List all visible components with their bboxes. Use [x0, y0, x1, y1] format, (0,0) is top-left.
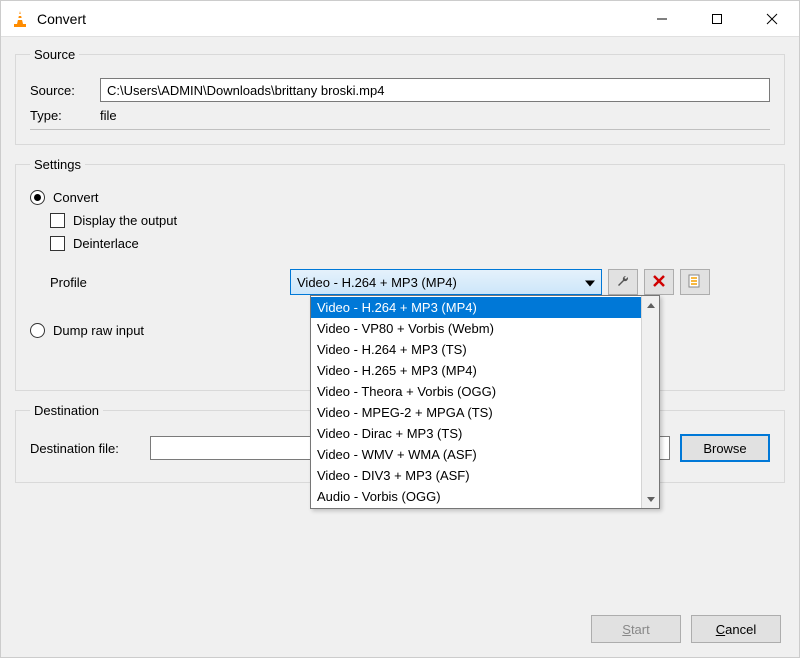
dump-raw-label: Dump raw input — [53, 323, 144, 338]
profile-option[interactable]: Video - Dirac + MP3 (TS) — [311, 423, 641, 444]
profile-option[interactable]: Video - H.264 + MP3 (TS) — [311, 339, 641, 360]
radio-icon — [30, 190, 45, 205]
convert-radio-label: Convert — [53, 190, 99, 205]
profile-combobox[interactable]: Video - H.264 + MP3 (MP4) — [290, 269, 602, 295]
window-title: Convert — [37, 11, 634, 27]
cancel-button[interactable]: Cancel — [691, 615, 781, 643]
source-group: Source Source: Type: file — [15, 47, 785, 145]
radio-icon — [30, 323, 45, 338]
start-button-label: Start — [622, 622, 649, 637]
start-button[interactable]: Start — [591, 615, 681, 643]
profile-option[interactable]: Video - WMV + WMA (ASF) — [311, 444, 641, 465]
profile-dropdown-list: Video - H.264 + MP3 (MP4)Video - VP80 + … — [310, 295, 660, 509]
profile-option[interactable]: Audio - Vorbis (OGG) — [311, 486, 641, 507]
titlebar: Convert — [1, 1, 799, 37]
cancel-button-label: Cancel — [716, 622, 756, 637]
delete-x-icon — [652, 274, 666, 291]
delete-profile-button[interactable] — [644, 269, 674, 295]
source-divider — [30, 129, 770, 130]
profile-option[interactable]: Video - H.265 + MP3 (MP4) — [311, 360, 641, 381]
chevron-down-icon — [585, 275, 595, 290]
maximize-button[interactable] — [689, 1, 744, 37]
destination-file-label: Destination file: — [30, 441, 150, 456]
source-label: Source: — [30, 83, 100, 98]
profile-option[interactable]: Video - VP80 + Vorbis (Webm) — [311, 318, 641, 339]
profile-option[interactable]: Video - H.264 + MP3 (MP4) — [311, 297, 641, 318]
profile-option[interactable]: Video - DIV3 + MP3 (ASF) — [311, 465, 641, 486]
convert-radio[interactable]: Convert — [30, 190, 770, 205]
convert-window: Convert Source Source: Type: file — [0, 0, 800, 658]
source-input[interactable] — [100, 78, 770, 102]
checkbox-icon — [50, 213, 65, 228]
checkbox-icon — [50, 236, 65, 251]
dropdown-scrollbar[interactable] — [641, 296, 659, 508]
destination-legend: Destination — [30, 403, 103, 418]
dialog-buttons: Start Cancel — [591, 615, 781, 643]
edit-profile-button[interactable] — [608, 269, 638, 295]
wrench-icon — [615, 273, 631, 292]
scroll-up-arrow[interactable] — [642, 296, 659, 314]
window-controls — [634, 1, 799, 37]
new-profile-button[interactable] — [680, 269, 710, 295]
type-label: Type: — [30, 108, 100, 123]
new-profile-icon — [687, 273, 703, 292]
deinterlace-checkbox[interactable]: Deinterlace — [50, 236, 770, 251]
source-legend: Source — [30, 47, 79, 62]
display-output-label: Display the output — [73, 213, 177, 228]
profile-row: Profile Video - H.264 + MP3 (MP4) — [50, 269, 770, 295]
profile-selected-text: Video - H.264 + MP3 (MP4) — [297, 275, 457, 290]
minimize-button[interactable] — [634, 1, 689, 37]
settings-group: Settings Convert Display the output Dein… — [15, 157, 785, 391]
vlc-cone-icon — [11, 10, 29, 28]
profile-option[interactable]: Video - MPEG-2 + MPGA (TS) — [311, 402, 641, 423]
browse-button[interactable]: Browse — [680, 434, 770, 462]
profile-option[interactable]: Video - Theora + Vorbis (OGG) — [311, 381, 641, 402]
browse-button-label: Browse — [703, 441, 746, 456]
dialog-content: Source Source: Type: file Settings Conve… — [1, 37, 799, 509]
profile-label: Profile — [50, 275, 290, 290]
display-output-checkbox[interactable]: Display the output — [50, 213, 770, 228]
settings-legend: Settings — [30, 157, 85, 172]
close-button[interactable] — [744, 1, 799, 37]
deinterlace-label: Deinterlace — [73, 236, 139, 251]
scroll-down-arrow[interactable] — [642, 490, 659, 508]
type-value: file — [100, 108, 117, 123]
